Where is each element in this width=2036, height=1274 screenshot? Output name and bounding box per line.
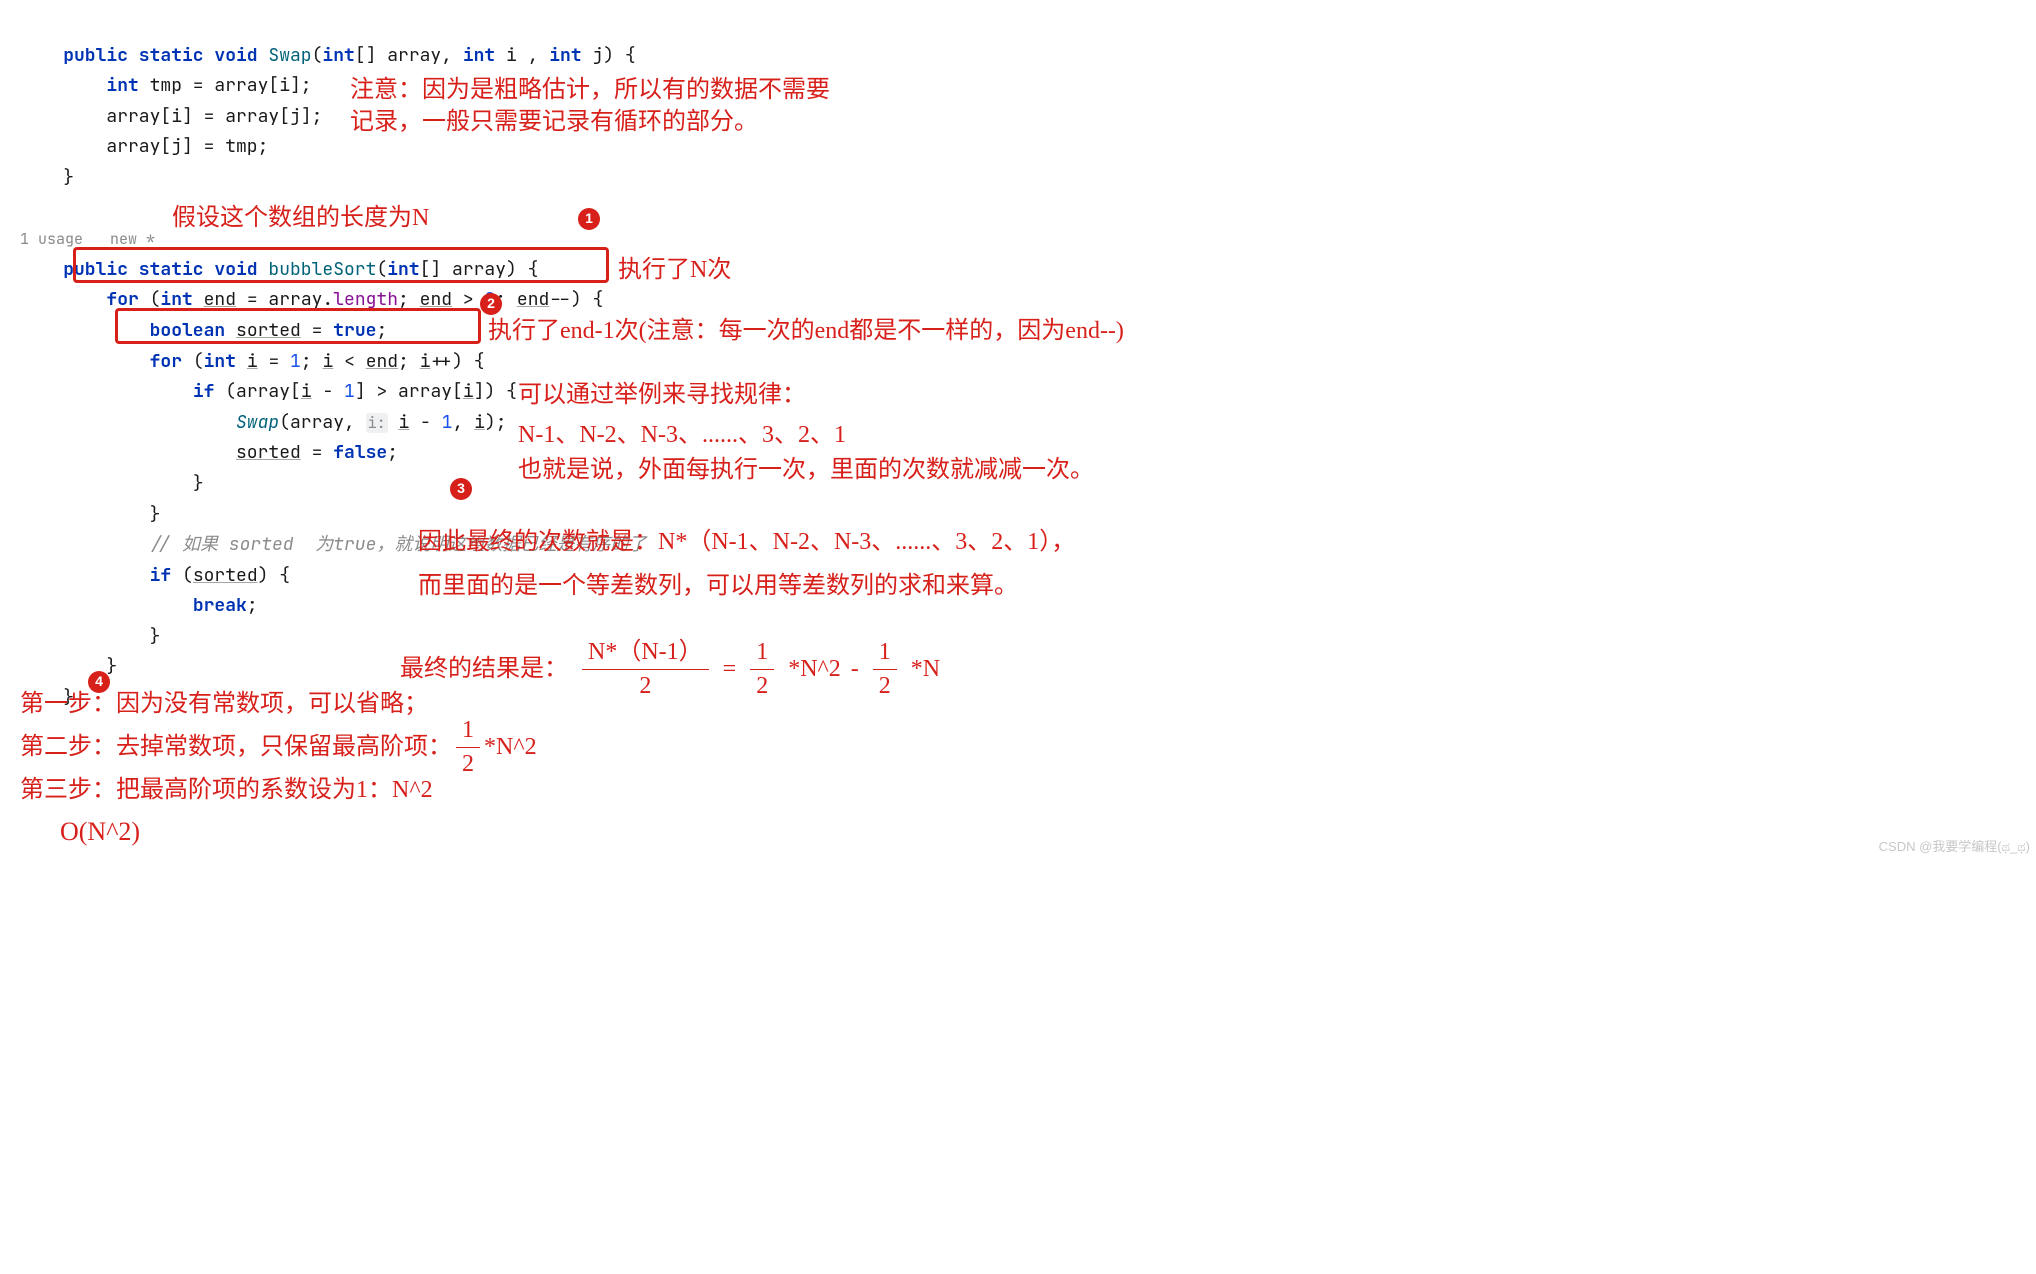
times-nsq: *N^2 (788, 649, 841, 690)
bs-l9: } (20, 503, 160, 526)
ann-step3: 第三步：把最高阶项的系数设为1：N^2 (20, 770, 433, 811)
frac-n-n1-over-2: N*（N-1）2 (582, 638, 709, 701)
watermark: CSDN @我要学编程(ಥ_ಥ) (1879, 836, 2030, 858)
bs-l7: sorted = false; (20, 441, 398, 464)
ann-assume: 假设这个数组的长度为N (172, 198, 429, 239)
badge-3: 3 (450, 478, 472, 500)
ann-example3: 也就是说，外面每执行一次，里面的次数就减减一次。 (518, 450, 1094, 491)
ann-step2-pre: 第二步：去掉常数项，只保留最高阶项： (20, 727, 452, 768)
times-n: *N (911, 649, 940, 690)
ann-final-result: 最终的结果是： N*（N-1）2 = 12 *N^2 - 12 *N (400, 638, 940, 701)
minus-sign: - (851, 649, 859, 690)
ann-note-top2: 记录，一般只需要记录有循环的部分。 (350, 102, 758, 143)
badge-1: 1 (578, 208, 600, 230)
swap-l4: array[j] = tmp; (20, 135, 268, 158)
ann-step2-post: *N^2 (484, 727, 537, 768)
frac-step2: 12 (456, 716, 480, 779)
ann-example1: 可以通过举例来寻找规律： (518, 375, 806, 416)
bs-l12: break; (20, 594, 258, 617)
ann-therefore1: 因此最终的次数就是：N*（N-1、N-2、N-3、......、3、2、1）， (418, 522, 1075, 563)
redbox-outer-loop (73, 247, 609, 283)
bs-l13: } (20, 625, 160, 648)
bs-l8: } (20, 472, 204, 495)
ann-therefore2: 而里面的是一个等差数列，可以用等差数列的求和来算。 (418, 566, 1018, 607)
swap-l3: array[i] = array[j]; (20, 105, 322, 128)
ann-bigO: O(N^2) (60, 810, 140, 854)
frac-half-2: 12 (873, 638, 897, 701)
bs-l5: if (array[i - 1] > array[i]) { (20, 380, 517, 403)
ann-loop2: 执行了end-1次(注意：每一次的end都是不一样的，因为end--) (488, 311, 1124, 352)
redbox-inner-loop (115, 308, 481, 344)
bs-l6: Swap(array, i: i - 1, i); (20, 411, 507, 434)
code-block: public static void Swap(int[] array, int… (20, 10, 2016, 714)
swap-l1: public static void Swap(int[] array, int… (20, 44, 636, 67)
eq-sign: = (723, 649, 737, 690)
bs-l11: if (sorted) { (20, 564, 290, 587)
swap-l2: int tmp = array[i]; (20, 74, 312, 97)
frac-half-1: 12 (750, 638, 774, 701)
swap-l5: } (20, 166, 74, 189)
bs-l4: for (int i = 1; i < end; i++) { (20, 350, 485, 373)
ann-loop1: 执行了N次 (618, 250, 731, 291)
